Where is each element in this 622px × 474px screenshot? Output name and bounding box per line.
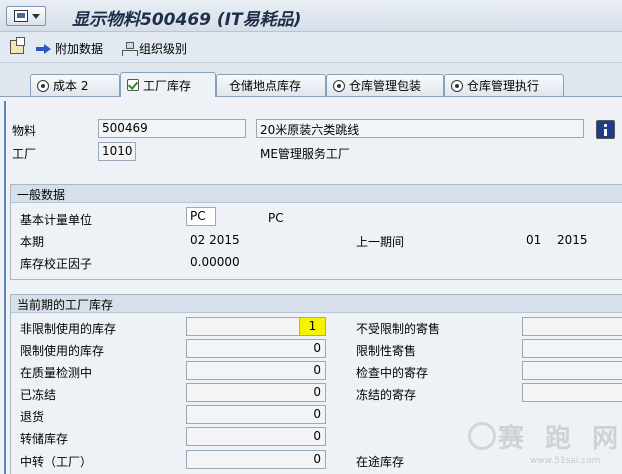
tab-wm-packaging[interactable]: 仓库管理包装 xyxy=(326,74,444,96)
tab-strip: 成本 2 工厂库存 仓储地点库存 仓库管理包装 仓库管理执行 xyxy=(0,70,622,97)
stock-row-label: 在质量检测中 xyxy=(20,366,93,380)
stock-row-right-label: 不受限制的寄售 xyxy=(356,322,441,336)
org-levels-label: 组织级别 xyxy=(139,42,188,56)
tab-wm-execution[interactable]: 仓库管理执行 xyxy=(444,74,564,96)
stock-row-right-label: 在途库存 xyxy=(356,455,405,469)
chevron-down-icon xyxy=(32,14,40,19)
group-title: 一般数据 xyxy=(17,188,66,202)
tab-label: 成本 2 xyxy=(53,79,89,93)
window-title: 显示物料500469 (IT易耗品) xyxy=(72,10,302,30)
in-transit-plant-field[interactable]: 0 xyxy=(186,450,326,469)
tab-label: 仓库管理包装 xyxy=(349,79,422,93)
watermark-text: 赛 跑 网 xyxy=(498,424,622,454)
additional-data-label: 附加数据 xyxy=(55,42,104,56)
material-label: 物料 xyxy=(12,124,37,138)
plant-label: 工厂 xyxy=(12,147,37,161)
restricted-consignment-field[interactable] xyxy=(522,339,622,358)
check-icon xyxy=(127,79,139,91)
watermark: 赛 跑 网 www.51sai.com xyxy=(468,418,618,472)
stock-row-label: 限制使用的库存 xyxy=(20,344,105,358)
stock-row-label: 已冻结 xyxy=(20,388,57,402)
radio-icon xyxy=(451,79,463,92)
material-field[interactable]: 500469 xyxy=(98,119,246,138)
tab-cost-2[interactable]: 成本 2 xyxy=(30,74,120,96)
current-period-label: 本期 xyxy=(20,235,45,249)
additional-data-button[interactable]: 附加数据 xyxy=(36,40,103,57)
tab-label: 工厂库存 xyxy=(143,78,192,93)
plant-field[interactable]: 1010 xyxy=(98,142,136,161)
base-uom-label: 基本计量单位 xyxy=(20,213,93,227)
tab-plant-stock[interactable]: 工厂库存 xyxy=(120,72,216,97)
stock-row-label: 转储库存 xyxy=(20,432,69,446)
base-uom-text: PC xyxy=(268,211,284,225)
tab-label: 仓库管理执行 xyxy=(467,79,540,93)
plant-description: ME管理服务工厂 xyxy=(260,147,350,161)
org-select-icon xyxy=(10,37,25,54)
stock-row-label: 中转（工厂） xyxy=(20,455,93,469)
blocked-stock-field[interactable]: 0 xyxy=(186,383,326,402)
info-icon[interactable] xyxy=(596,120,615,139)
group-header: 一般数据 xyxy=(11,185,622,203)
system-menu-button[interactable] xyxy=(6,6,46,26)
tab-label: 仓储地点库存 xyxy=(229,79,302,93)
application-toolbar: 附加数据 组织级别 xyxy=(0,33,622,63)
stock-row-right-label: 检查中的寄存 xyxy=(356,366,429,380)
general-data-group: 一般数据 xyxy=(10,184,622,280)
base-uom-field[interactable]: PC xyxy=(186,207,216,226)
watermark-url: www.51sai.com xyxy=(530,456,601,466)
consignment-in-inspection-field[interactable] xyxy=(522,361,622,380)
watermark-logo-icon xyxy=(468,422,496,450)
previous-period-year: 2015 xyxy=(557,233,588,247)
material-description-field[interactable]: 20米原装六类跳线 xyxy=(256,119,584,138)
radio-icon xyxy=(37,79,49,92)
window-icon xyxy=(14,10,28,22)
blocked-consignment-field[interactable] xyxy=(522,383,622,402)
arrow-right-icon xyxy=(36,42,52,56)
previous-period-label: 上一期间 xyxy=(356,235,405,249)
stock-value: 1 xyxy=(299,318,325,335)
unrestricted-consignment-field[interactable] xyxy=(522,317,622,336)
stock-row-label: 非限制使用的库存 xyxy=(20,322,117,336)
stock-correction-value: 0.00000 xyxy=(190,255,240,269)
previous-period-month: 01 xyxy=(526,233,542,247)
stock-row-right-label: 限制性寄售 xyxy=(356,344,417,358)
org-select-button[interactable] xyxy=(10,37,25,54)
returns-field[interactable]: 0 xyxy=(186,405,326,424)
radio-icon xyxy=(333,79,345,92)
quality-inspection-field[interactable]: 0 xyxy=(186,361,326,380)
group-header: 当前期的工厂库存 xyxy=(11,295,622,313)
stock-transfer-field[interactable]: 0 xyxy=(186,427,326,446)
current-period-value: 02 2015 xyxy=(190,233,240,247)
restricted-stock-field[interactable]: 0 xyxy=(186,339,326,358)
title-bar: 显示物料500469 (IT易耗品) xyxy=(0,0,622,32)
tab-storage-location-stock[interactable]: 仓储地点库存 xyxy=(216,74,326,96)
org-levels-button[interactable]: 组织级别 xyxy=(122,40,187,57)
hierarchy-icon xyxy=(122,41,138,56)
stock-row-label: 退货 xyxy=(20,410,45,424)
stock-row-right-label: 冻结的寄存 xyxy=(356,388,417,402)
unrestricted-stock-field[interactable]: 1 xyxy=(186,317,326,336)
group-title: 当前期的工厂库存 xyxy=(17,298,114,312)
stock-correction-label: 库存校正因子 xyxy=(20,257,93,271)
